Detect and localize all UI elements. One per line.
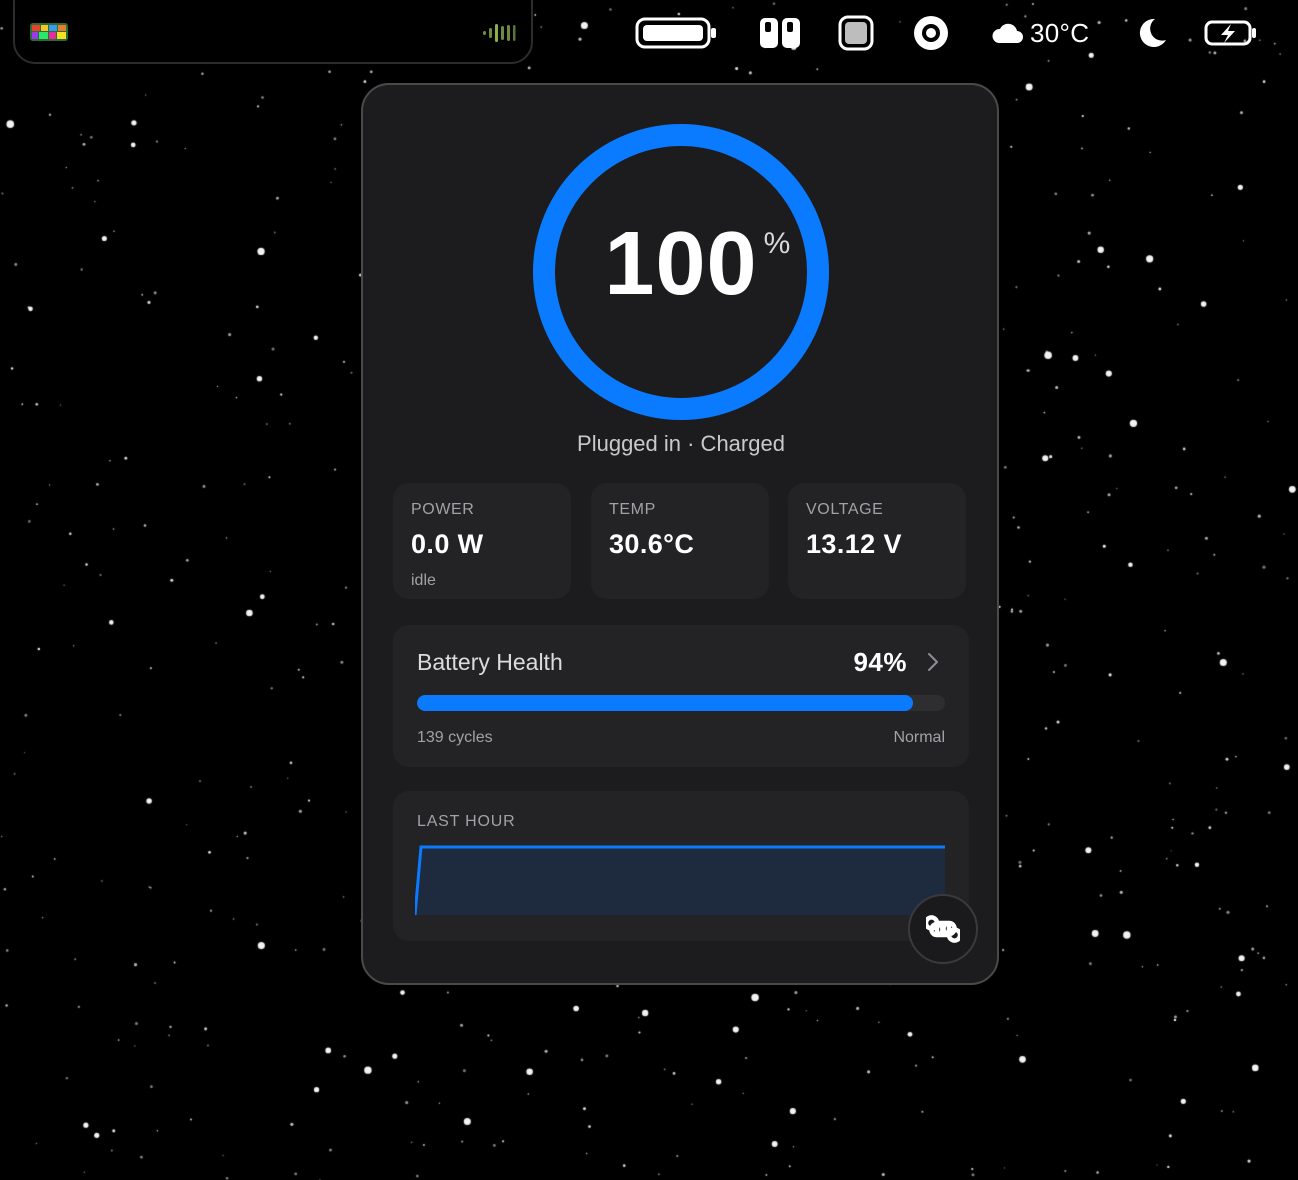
health-state: Normal xyxy=(893,729,945,746)
colorful-app-icon[interactable] xyxy=(29,21,69,43)
battery-panel: 100% Plugged in · Charged POWER 0.0 W id… xyxy=(361,83,999,985)
stat-value: 0.0 W xyxy=(411,529,484,559)
battery-percent-display: 100% xyxy=(363,209,999,319)
battery-percent-value: 100 xyxy=(604,214,758,314)
audio-level-icon[interactable] xyxy=(482,22,516,44)
health-title: Battery Health xyxy=(417,649,563,675)
panel-layout-icon[interactable] xyxy=(758,14,802,52)
charging-battery-icon[interactable] xyxy=(1203,14,1259,52)
battery-health-card[interactable]: Battery Health 94% 139 cycles Normal xyxy=(393,625,969,767)
stat-value: 13.12 V xyxy=(806,529,902,559)
last-hour-area xyxy=(415,847,945,915)
stat-sub: idle xyxy=(411,572,436,589)
command-button[interactable] xyxy=(908,894,978,964)
health-percent: 94% xyxy=(853,647,907,677)
stat-card-temp: TEMP 30.6°C xyxy=(591,483,769,599)
chevron-right-icon[interactable] xyxy=(927,652,939,672)
battery-icon[interactable] xyxy=(634,14,720,52)
cycle-count: 139 cycles xyxy=(417,729,493,746)
square-app-icon[interactable] xyxy=(838,14,874,52)
record-icon[interactable] xyxy=(913,14,949,52)
last-hour-label: LAST HOUR xyxy=(417,813,516,830)
weather-widget[interactable]: 30°C xyxy=(990,14,1089,52)
stat-label: VOLTAGE xyxy=(806,501,884,518)
weather-temperature: 30°C xyxy=(1030,17,1090,48)
last-hour-card: LAST HOUR xyxy=(393,791,969,941)
left-menubar-pill xyxy=(13,0,533,64)
cloud-icon xyxy=(992,23,1023,43)
command-icon xyxy=(926,915,960,943)
stat-card-power: POWER 0.0 W idle xyxy=(393,483,571,599)
stat-label: POWER xyxy=(411,501,475,518)
charging-status: Plugged in · Charged xyxy=(577,431,785,456)
percent-sign: % xyxy=(763,227,792,260)
health-progress-fill xyxy=(417,695,914,711)
last-hour-chart xyxy=(415,845,945,916)
stat-card-voltage: VOLTAGE 13.12 V xyxy=(788,483,966,599)
health-progress-bar xyxy=(417,695,945,711)
stat-label: TEMP xyxy=(609,501,656,518)
moon-icon[interactable] xyxy=(1135,14,1169,52)
stat-value: 30.6°C xyxy=(609,529,695,559)
